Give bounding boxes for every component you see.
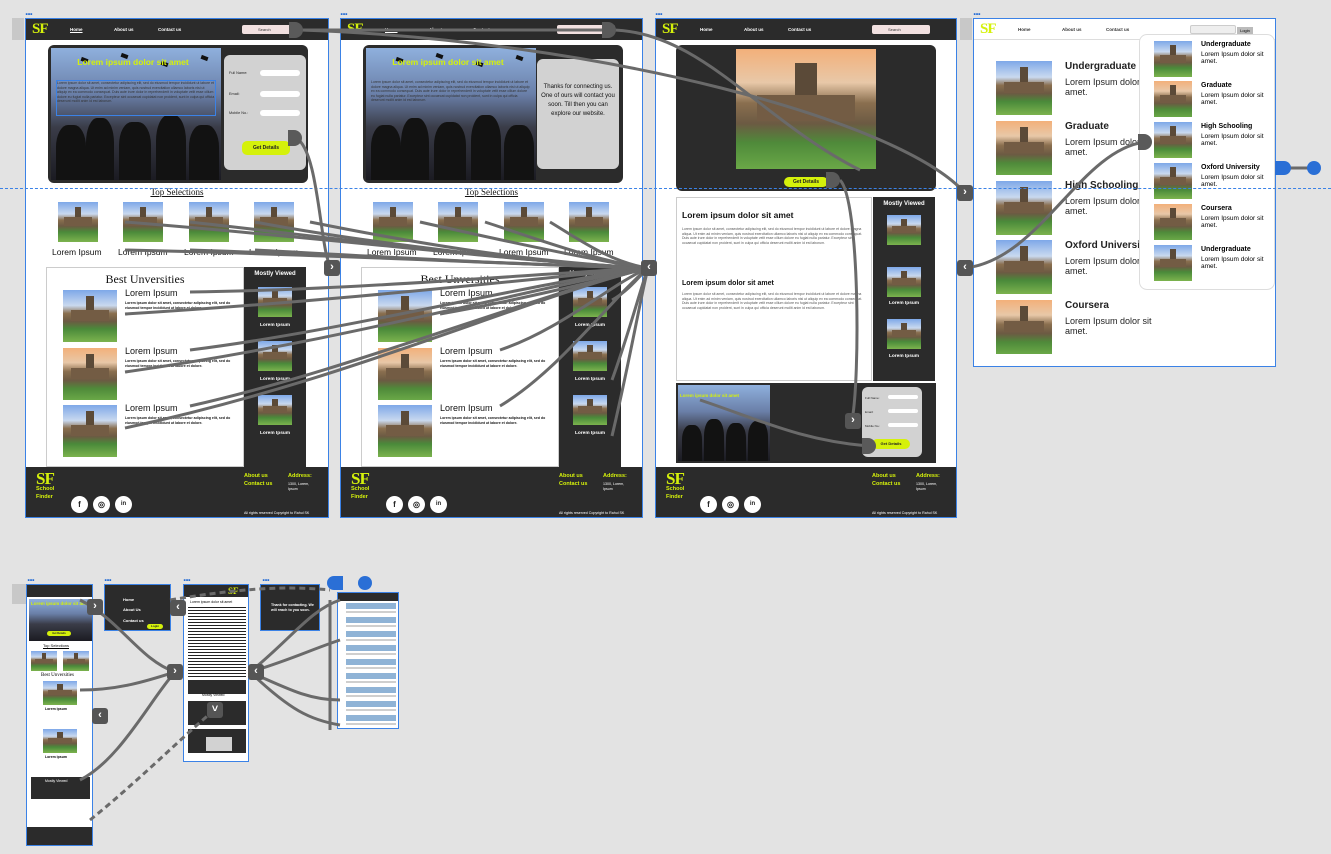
prototype-connector[interactable]: [89, 708, 216, 822]
prototype-connector[interactable]: [699, 398, 869, 448]
prototype-connector[interactable]: [79, 670, 176, 692]
prototype-connectors: [79, 28, 1313, 822]
chevron-left-icon[interactable]: ‹: [92, 708, 108, 724]
chevron-left-icon[interactable]: ‹: [957, 260, 973, 276]
chevron-right-icon[interactable]: ›: [324, 260, 340, 276]
prototype-connector[interactable]: [295, 136, 334, 270]
chevron-right-icon[interactable]: ›: [957, 185, 973, 201]
chevron-right-icon[interactable]: ›: [845, 413, 861, 429]
prototype-connector[interactable]: [610, 267, 650, 437]
prototype-connector[interactable]: [299, 28, 967, 194]
chevron-left-icon[interactable]: ‹: [170, 600, 186, 616]
chevron-right-icon[interactable]: ›: [87, 599, 103, 615]
prototype-connector[interactable]: [169, 586, 331, 602]
prototype-connector[interactable]: [609, 28, 861, 172]
chevron-down-icon[interactable]: ˅: [207, 702, 223, 718]
chevron-left-icon[interactable]: ‹: [641, 260, 657, 276]
connector-group: [79, 28, 1313, 822]
home-anchor-dot[interactable]: [358, 576, 372, 590]
chevron-left-icon[interactable]: ‹: [248, 664, 264, 680]
prototype-connector[interactable]: [964, 140, 1146, 270]
home-anchor-handle[interactable]: [327, 576, 343, 590]
prototype-canvas: ... SF Home About us Contact us Search L…: [0, 0, 1331, 854]
chevron-right-icon[interactable]: ›: [167, 664, 183, 680]
prototype-connector[interactable]: [249, 598, 341, 674]
home-anchor-dot[interactable]: [1307, 161, 1321, 175]
home-anchor-handle[interactable]: [1275, 161, 1291, 175]
prototype-connector[interactable]: [838, 178, 859, 421]
